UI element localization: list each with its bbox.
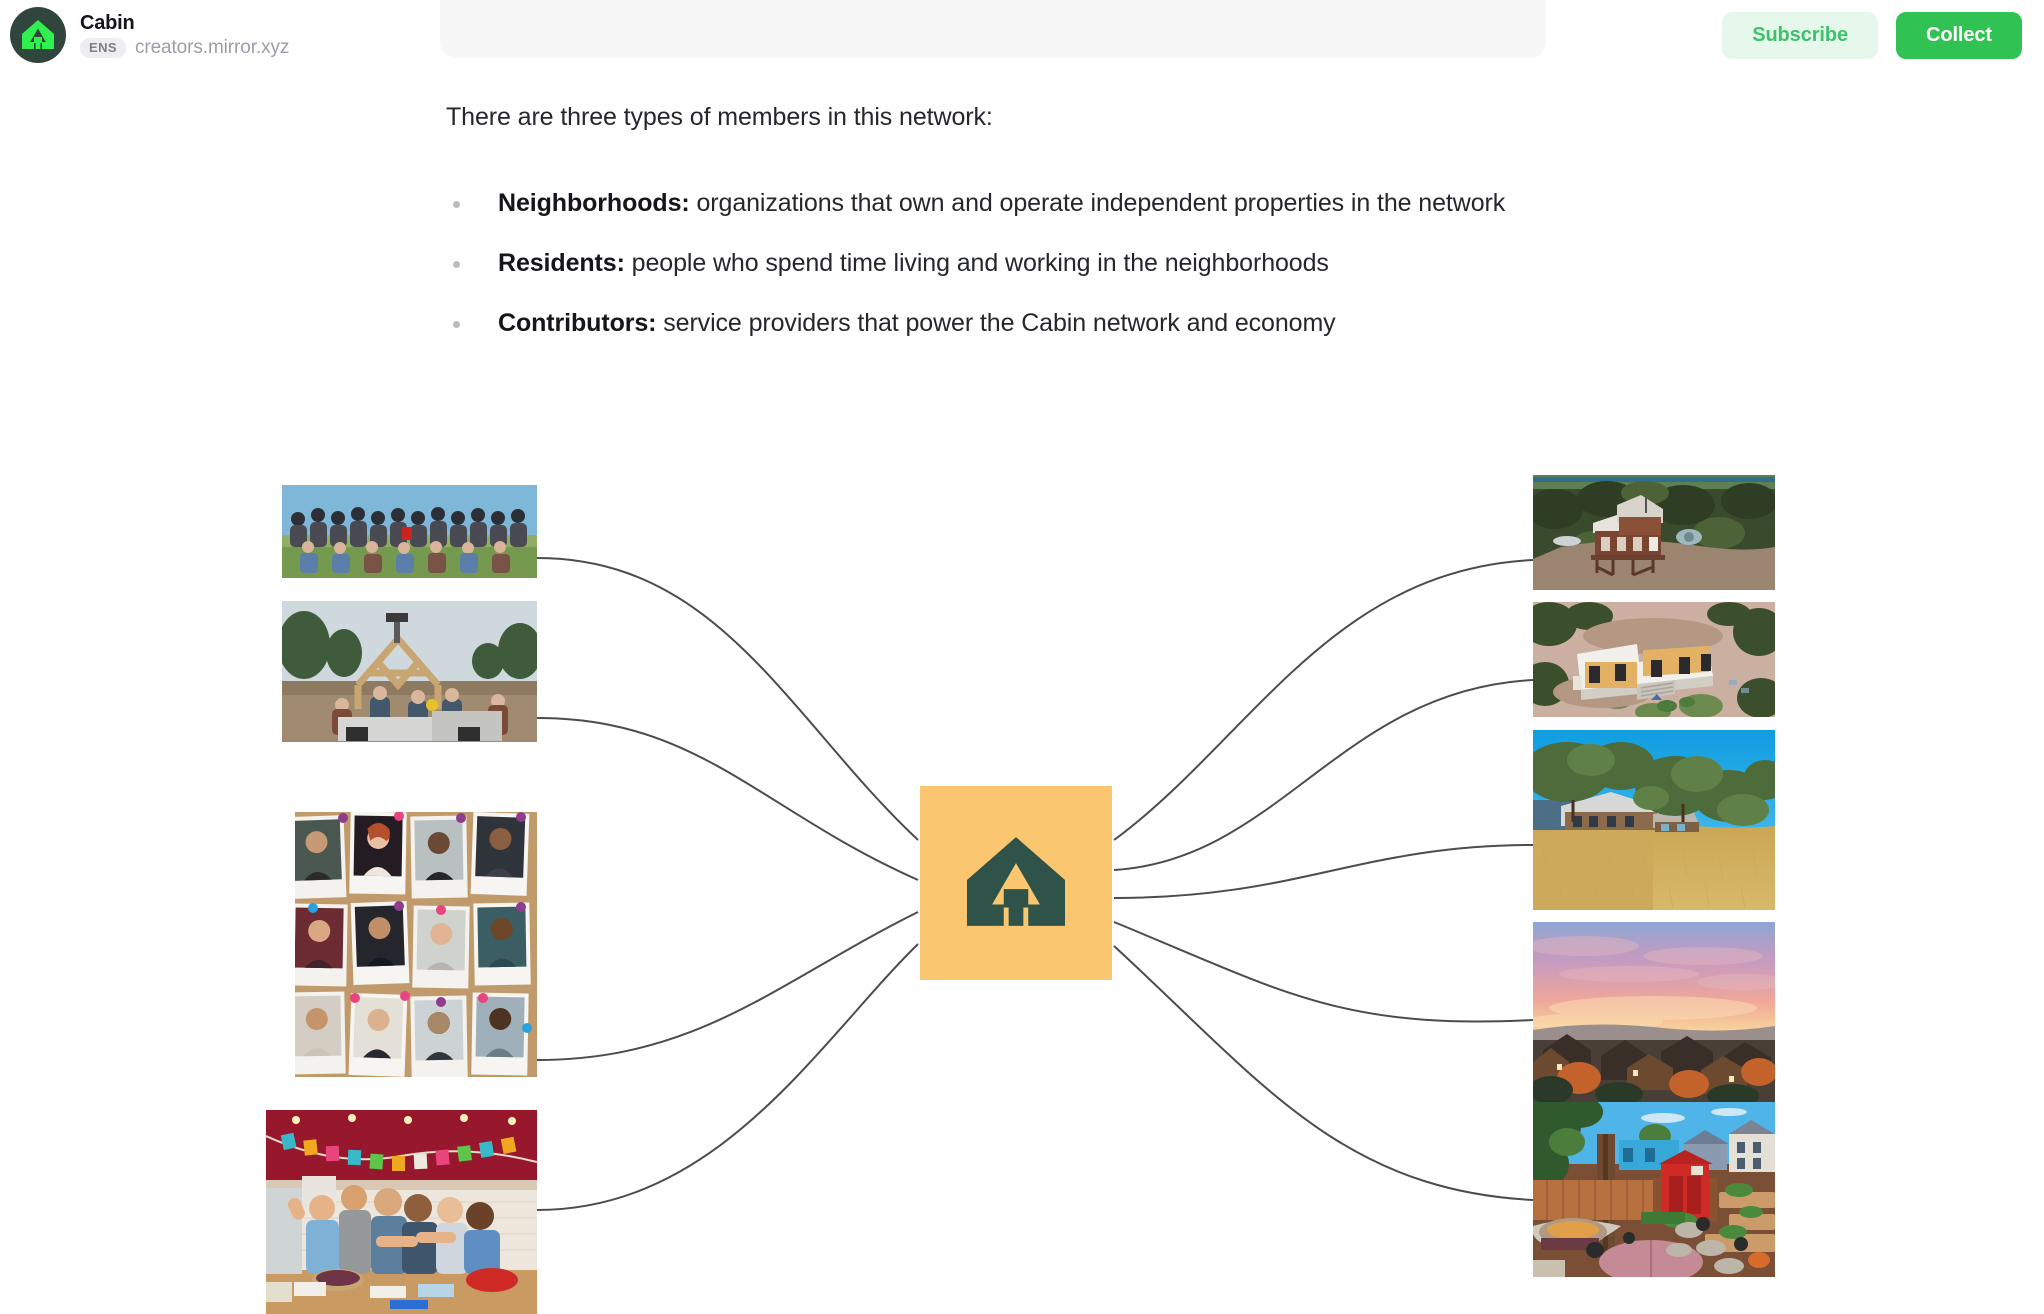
list-item: Neighborhoods: organizations that own an… xyxy=(446,180,1626,226)
aerial-cabin-on-stilts xyxy=(1533,475,1775,590)
right-thumb-ranch-house-on-hill xyxy=(1533,730,1775,910)
list-item-description: people who spend time living and working… xyxy=(624,249,1329,277)
list-item-term: Contributors: xyxy=(498,309,657,337)
ens-domain[interactable]: creators.mirror.xyz xyxy=(135,37,289,59)
left-thumb-group-photo-outdoors xyxy=(282,485,537,578)
right-thumb-sunset-over-rooftops xyxy=(1533,922,1775,1102)
brand-text: Cabin ENS creators.mirror.xyz xyxy=(80,12,289,59)
member-types-list: Neighborhoods: organizations that own an… xyxy=(446,180,1626,346)
left-thumb-barn-raising-construction xyxy=(282,601,537,742)
ranch-house-on-hill xyxy=(1533,730,1775,910)
aerial-modern-cabin xyxy=(1533,602,1775,717)
subscribe-button[interactable]: Subscribe xyxy=(1722,12,1879,59)
barn-raising-construction xyxy=(282,601,537,742)
left-thumb-polaroid-member-wall xyxy=(295,812,537,1077)
center-node-cabin-logo xyxy=(920,786,1112,980)
left-thumb-kitchen-gathering xyxy=(266,1110,537,1314)
bullet-dot-icon xyxy=(453,201,460,208)
right-thumb-aerial-modern-cabin xyxy=(1533,602,1775,717)
right-thumb-aerial-cabin-on-stilts xyxy=(1533,475,1775,590)
right-thumb-backyard-garden-shed xyxy=(1533,1102,1775,1277)
intro-paragraph: There are three types of members in this… xyxy=(446,103,993,131)
brand-subtitle: ENS creators.mirror.xyz xyxy=(80,37,289,59)
brand-block[interactable]: Cabin ENS creators.mirror.xyz xyxy=(10,7,289,63)
cabin-tent-logo-icon xyxy=(22,20,54,49)
backyard-garden-shed xyxy=(1533,1102,1775,1277)
ens-badge: ENS xyxy=(80,37,126,58)
sunset-over-rooftops xyxy=(1533,922,1775,1102)
header-actions: Subscribe Collect xyxy=(1722,12,2022,59)
list-item: Contributors: service providers that pow… xyxy=(446,300,1626,346)
list-item-term: Neighborhoods: xyxy=(498,189,690,217)
avatar[interactable] xyxy=(10,7,66,63)
brand-name: Cabin xyxy=(80,11,135,34)
kitchen-gathering xyxy=(266,1110,537,1314)
list-item-term: Residents: xyxy=(498,249,625,277)
bullet-dot-icon xyxy=(453,321,460,328)
bullet-dot-icon xyxy=(453,261,460,268)
page-root: Cabin ENS creators.mirror.xyz Subscribe … xyxy=(0,0,2044,1314)
collect-button[interactable]: Collect xyxy=(1896,12,2022,59)
list-item: Residents: people who spend time living … xyxy=(446,240,1626,286)
list-item-description: organizations that own and operate indep… xyxy=(689,189,1506,217)
group-photo-outdoors xyxy=(282,485,537,578)
polaroid-member-wall xyxy=(295,812,537,1077)
cabin-tent-logo-icon xyxy=(967,837,1065,926)
article-body: There are three types of members in this… xyxy=(446,100,1626,360)
site-header: Cabin ENS creators.mirror.xyz Subscribe … xyxy=(0,0,2044,76)
list-item-description: service providers that power the Cabin n… xyxy=(656,309,1336,337)
